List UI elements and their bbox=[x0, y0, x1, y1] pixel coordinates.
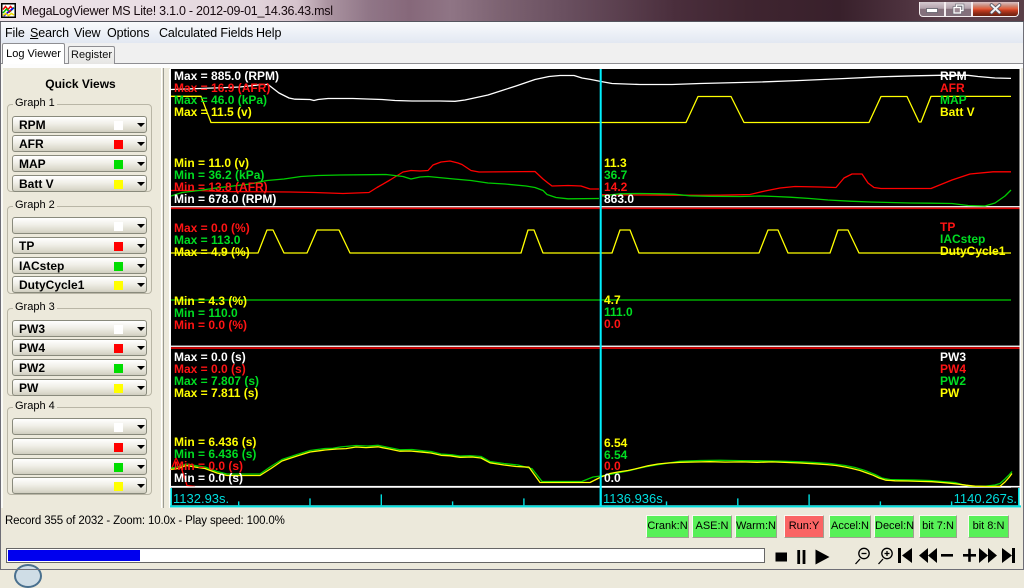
svg-text:Min = 0.0 (%): Min = 0.0 (%) bbox=[174, 318, 247, 332]
svg-text:Max = 11.5 (v): Max = 11.5 (v) bbox=[174, 105, 252, 119]
svg-text:Max = 7.811 (s): Max = 7.811 (s) bbox=[174, 386, 258, 400]
svg-text:863.0: 863.0 bbox=[604, 192, 634, 206]
svg-text:Max = 4.9 (%): Max = 4.9 (%) bbox=[174, 245, 250, 259]
svg-text:0.0: 0.0 bbox=[604, 471, 621, 485]
svg-text:Min = 678.0 (RPM): Min = 678.0 (RPM) bbox=[174, 192, 276, 206]
svg-text:Min = 0.0 (s): Min = 0.0 (s) bbox=[174, 471, 243, 485]
svg-text:DutyCycle1: DutyCycle1 bbox=[940, 244, 1006, 258]
svg-text:1132.93s.: 1132.93s. bbox=[173, 491, 229, 506]
svg-text:0.0: 0.0 bbox=[604, 317, 621, 331]
svg-text:Batt V: Batt V bbox=[940, 105, 975, 119]
svg-text:1136.936s: 1136.936s bbox=[603, 491, 663, 506]
svg-text:PW: PW bbox=[940, 386, 960, 400]
svg-text:1140.267s.: 1140.267s. bbox=[954, 491, 1017, 506]
